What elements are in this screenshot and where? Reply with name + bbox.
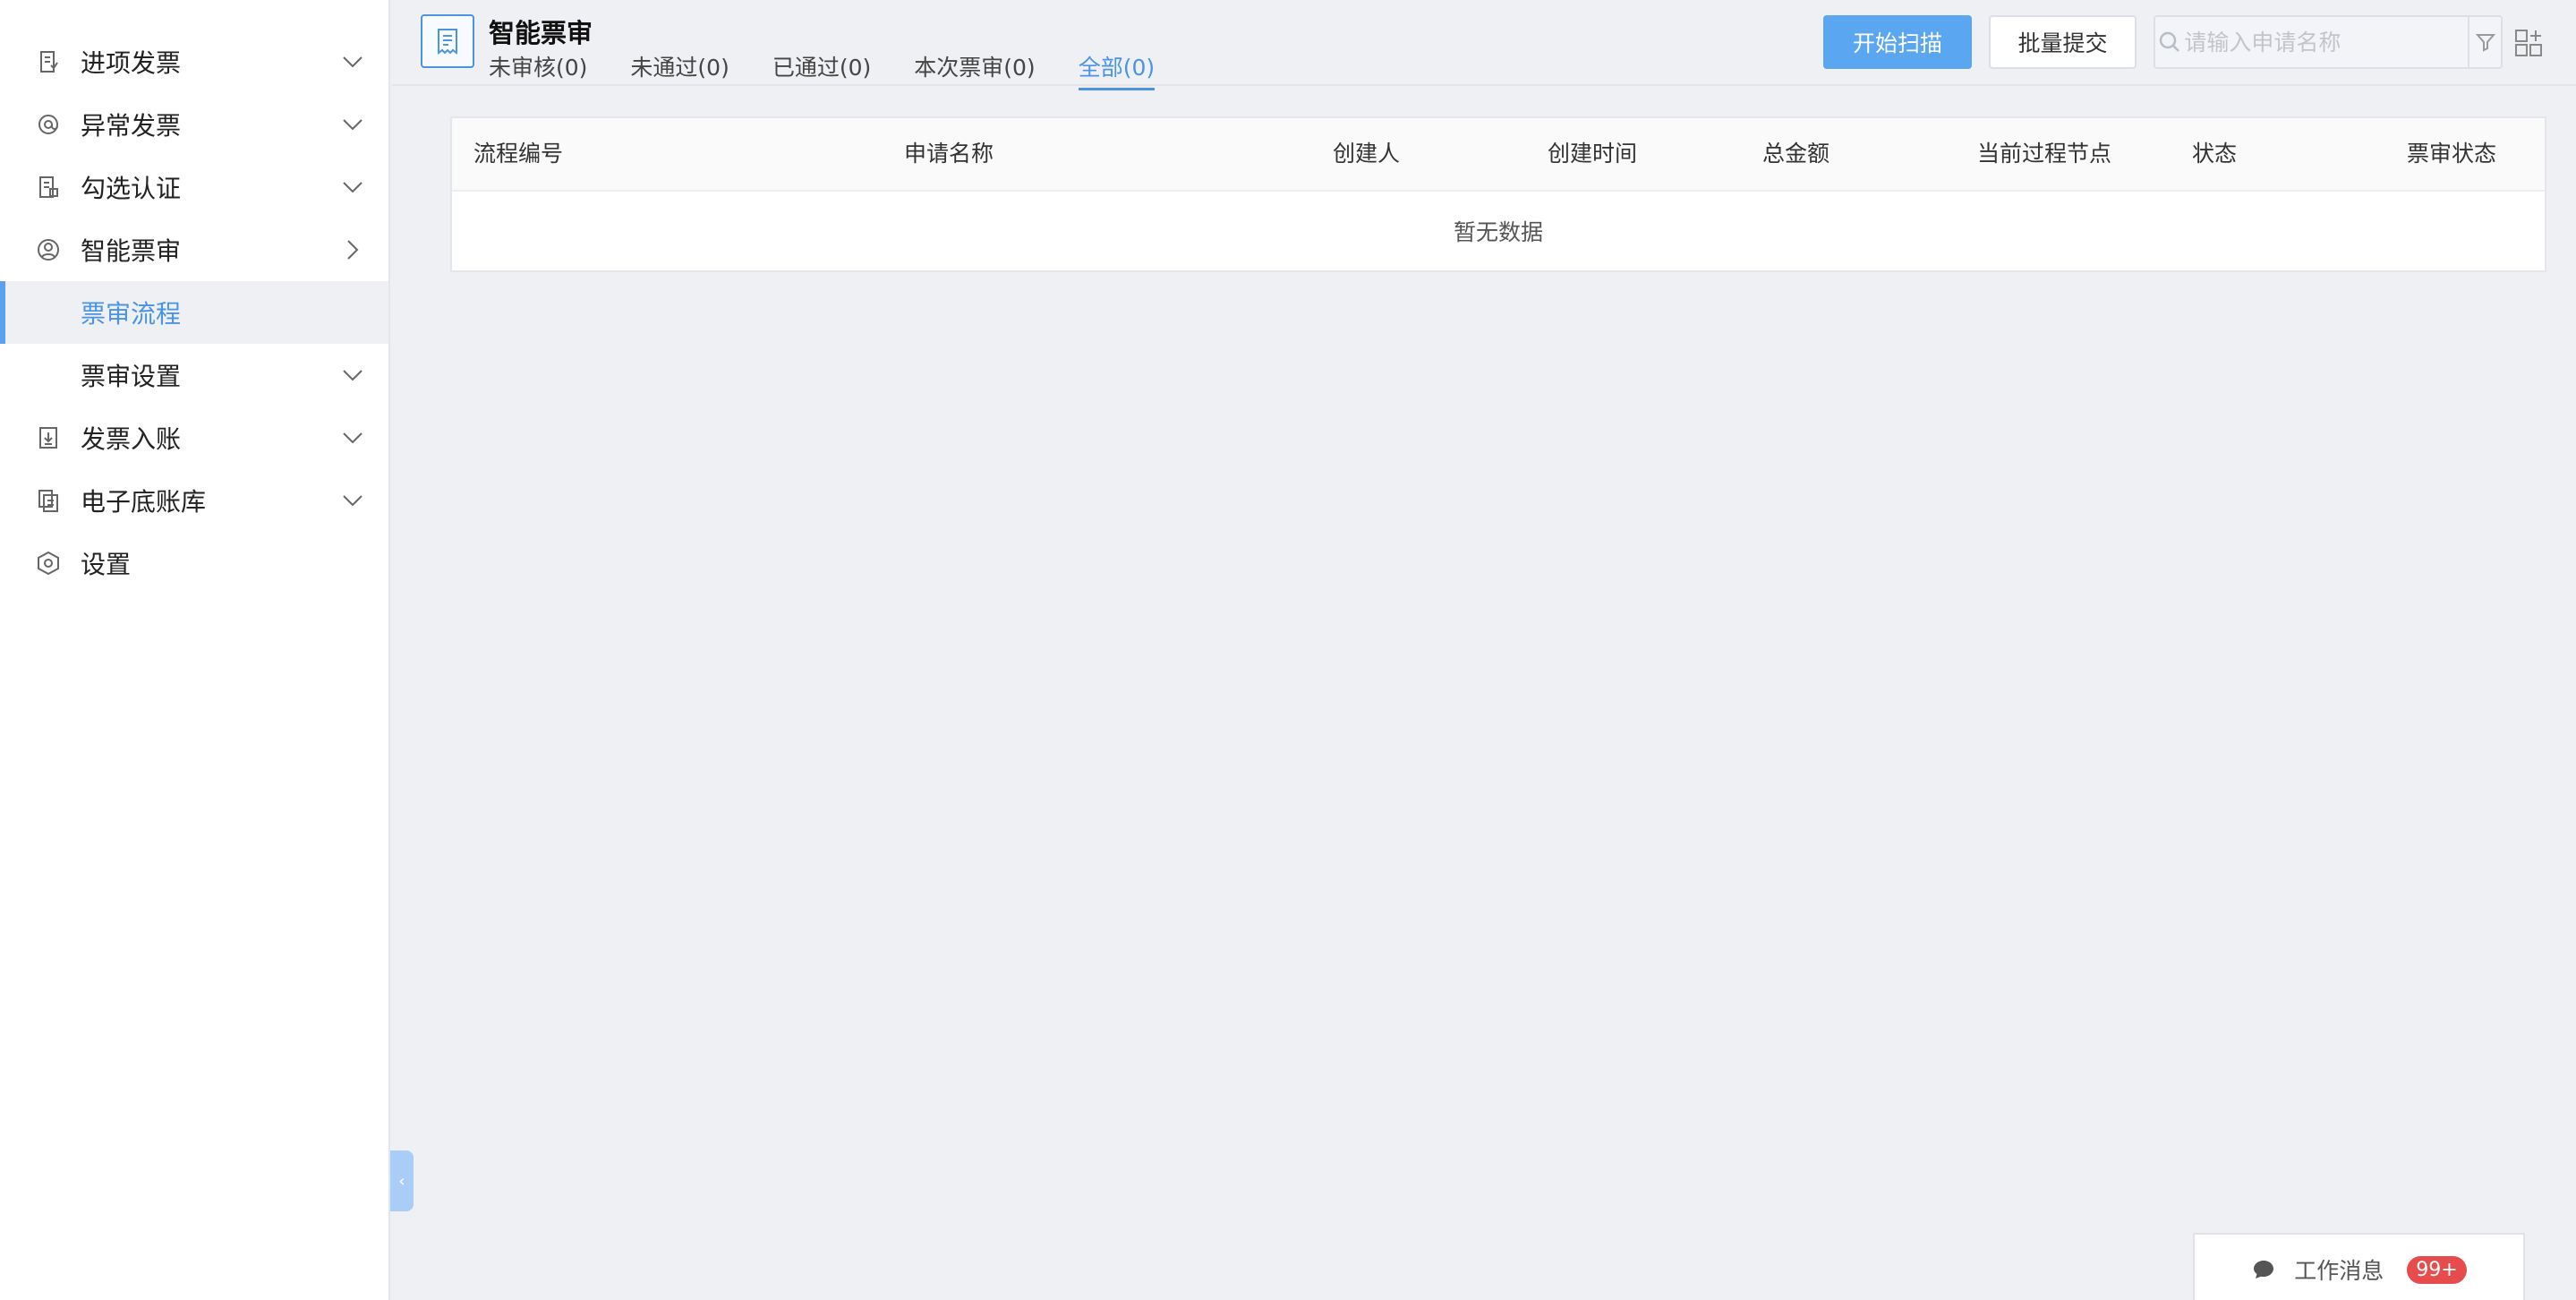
chevron-down-icon	[340, 363, 365, 388]
tab-unreviewed[interactable]: 未审核(0)	[489, 50, 587, 90]
notification-badge: 99+	[2407, 1255, 2467, 1284]
search-input[interactable]	[2184, 17, 2469, 67]
tab-approved[interactable]: 已通过(0)	[772, 50, 871, 90]
sidebar-item-label: 设置	[81, 550, 132, 579]
page-header: 智能票审 未审核(0) 未通过(0) 已通过(0) 本次票审(0) 全部(0) …	[392, 0, 2576, 90]
process-table: 流程编号 申请名称 创建人 创建时间 总金额 当前过程节点 状态 票审状态 暂无…	[450, 116, 2546, 272]
column-header-application-name[interactable]: 申请名称	[904, 118, 994, 190]
batch-submit-button[interactable]: 批量提交	[1989, 15, 2137, 69]
sidebar-menu: 进项发票 异常发票 勾选认证 智能票审 票审流程 票审设置 发票入账 电子底账库…	[0, 0, 388, 594]
chevron-down-icon	[340, 49, 365, 74]
sidebar-item-invoice-posting[interactable]: 发票入账	[0, 406, 388, 469]
sidebar-item-abnormal-invoice[interactable]: 异常发票	[0, 93, 388, 156]
status-tabs: 未审核(0) 未通过(0) 已通过(0) 本次票审(0) 全部(0)	[489, 50, 1198, 90]
sidebar-item-label: 进项发票	[81, 48, 182, 78]
column-header-process-no[interactable]: 流程编号	[473, 118, 563, 190]
column-header-status[interactable]: 状态	[2192, 118, 2237, 190]
sidebar-item-e-ledger[interactable]: 电子底账库	[0, 469, 388, 532]
chat-bubble-icon	[2251, 1257, 2276, 1282]
sidebar-item-review-settings[interactable]: 票审设置	[0, 344, 388, 406]
work-message-button[interactable]: 工作消息 99+	[2193, 1233, 2525, 1300]
tab-rejected[interactable]: 未通过(0)	[630, 50, 729, 90]
download-doc-icon	[32, 422, 64, 454]
table-header: 流程编号 申请名称 创建人 创建时间 总金额 当前过程节点 状态 票审状态	[452, 118, 2545, 192]
chevron-down-icon	[340, 175, 365, 200]
sidebar: 进项发票 异常发票 勾选认证 智能票审 票审流程 票审设置 发票入账 电子底账库…	[0, 0, 390, 1300]
sidebar-item-check-certify[interactable]: 勾选认证	[0, 156, 388, 218]
app-root: 进项发票 异常发票 勾选认证 智能票审 票审流程 票审设置 发票入账 电子底账库…	[0, 0, 2576, 1300]
check-doc-icon	[32, 171, 64, 203]
sidebar-item-label: 票审流程	[81, 299, 182, 329]
table-empty-text: 暂无数据	[1453, 219, 1543, 245]
sidebar-item-label: 智能票审	[81, 236, 182, 266]
invoice-icon	[32, 46, 64, 78]
sidebar-item-input-invoice[interactable]: 进项发票	[0, 30, 388, 93]
column-header-total-amount[interactable]: 总金额	[1762, 118, 1830, 190]
sidebar-item-label: 异常发票	[81, 111, 182, 141]
tab-current-review[interactable]: 本次票审(0)	[914, 50, 1035, 90]
chevron-right-icon	[340, 237, 365, 262]
hexagon-settings-icon	[32, 547, 64, 579]
sidebar-item-review-process[interactable]: 票审流程	[0, 281, 388, 344]
receipt-icon	[421, 14, 474, 68]
copy-doc-icon	[32, 484, 64, 517]
layout-grid-icon[interactable]	[2511, 25, 2546, 61]
user-circle-icon	[32, 234, 64, 266]
chevron-left-icon: ‹	[398, 1171, 405, 1191]
chevron-down-icon	[340, 488, 365, 513]
sidebar-item-settings[interactable]: 设置	[0, 532, 388, 594]
search-icon	[2155, 30, 2184, 54]
work-message-label: 工作消息	[2294, 1258, 2384, 1284]
search-box	[2154, 15, 2503, 69]
at-icon	[32, 108, 64, 141]
sidebar-item-label: 勾选认证	[81, 174, 182, 203]
column-header-creator[interactable]: 创建人	[1333, 118, 1400, 190]
sidebar-item-smart-review[interactable]: 智能票审	[0, 218, 388, 281]
page-title: 智能票审	[489, 18, 593, 48]
sidebar-item-label: 电子底账库	[81, 487, 207, 517]
chevron-down-icon	[340, 112, 365, 137]
tab-all[interactable]: 全部(0)	[1078, 50, 1156, 90]
chevron-down-icon	[340, 425, 365, 450]
filter-icon[interactable]	[2468, 17, 2501, 67]
column-header-review-status[interactable]: 票审状态	[2407, 118, 2496, 190]
column-header-current-node[interactable]: 当前过程节点	[1977, 118, 2111, 190]
start-scan-button[interactable]: 开始扫描	[1823, 15, 1972, 69]
sidebar-item-label: 发票入账	[81, 424, 182, 454]
sidebar-item-label: 票审设置	[81, 362, 182, 391]
column-header-created-time[interactable]: 创建时间	[1548, 118, 1637, 190]
sidebar-collapse-handle[interactable]: ‹	[390, 1150, 414, 1211]
